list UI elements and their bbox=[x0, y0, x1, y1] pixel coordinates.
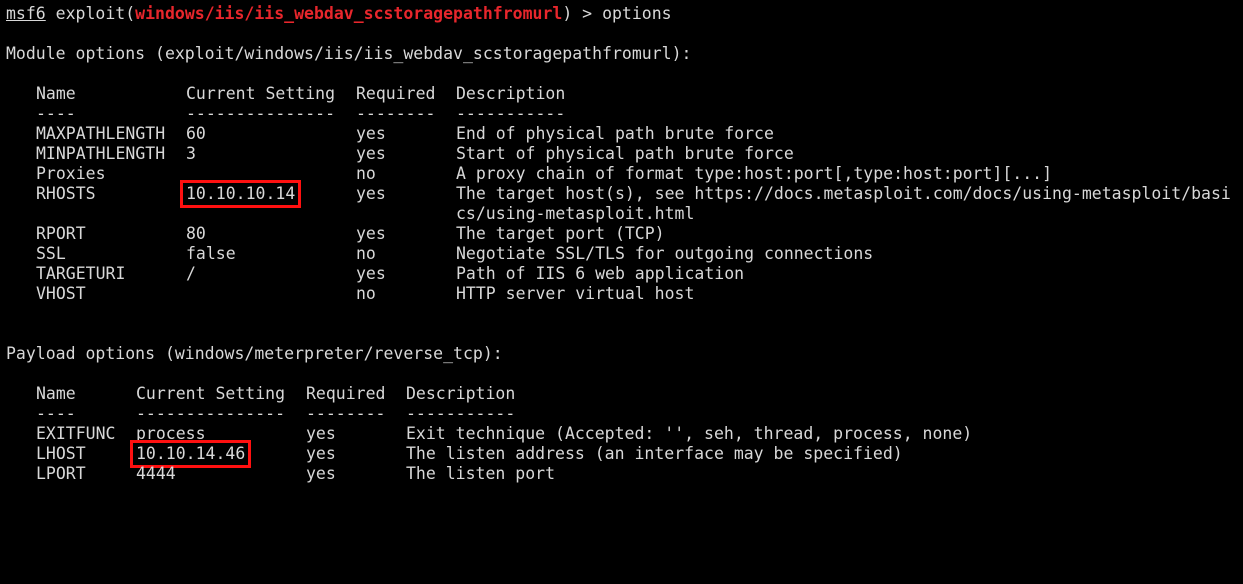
table-row: RPORT 80 yes The target port (TCP) bbox=[6, 224, 665, 244]
option-description: The target host(s), see https://docs.met… bbox=[456, 184, 1231, 203]
option-required: yes bbox=[306, 464, 336, 483]
option-setting: process bbox=[136, 424, 206, 443]
rhosts-value-highlighted: 10.10.10.14 bbox=[179, 180, 302, 208]
terminal-window: { "prompt": { "msf": "msf6", "exploit_pr… bbox=[0, 0, 1243, 491]
table-row: LHOST 10.10.14.46 yes The listen address… bbox=[6, 440, 903, 468]
option-setting: false bbox=[186, 244, 236, 263]
table-row: SSL false no Negotiate SSL/TLS for outgo… bbox=[6, 244, 873, 264]
table-row: RHOSTS 10.10.10.14 yes The target host(s… bbox=[6, 180, 1231, 208]
option-name: VHOST bbox=[36, 284, 86, 303]
option-name: MAXPATHLENGTH bbox=[36, 124, 166, 143]
option-required: yes bbox=[306, 444, 336, 463]
option-name: EXITFUNC bbox=[36, 424, 116, 443]
payload-dash-required: -------- bbox=[306, 404, 386, 423]
table-row: TARGETURI / yes Path of IIS 6 web applic… bbox=[6, 264, 744, 284]
payload-header-description: Description bbox=[406, 384, 516, 403]
module-header-name: Name bbox=[36, 84, 76, 103]
payload-options-header-row: Name Current Setting Required Descriptio… bbox=[6, 384, 515, 404]
option-name: LHOST bbox=[36, 444, 86, 463]
table-row: EXITFUNC process yes Exit technique (Acc… bbox=[6, 424, 972, 444]
module-dash-name: ---- bbox=[36, 104, 76, 123]
prompt-line: msf6 exploit(windows/iis/iis_webdav_scst… bbox=[6, 4, 672, 24]
module-header-description: Description bbox=[456, 84, 566, 103]
payload-header-required: Required bbox=[306, 384, 386, 403]
option-setting: 80 bbox=[186, 224, 206, 243]
module-dash-setting: --------------- bbox=[186, 104, 336, 123]
prompt-module-path: windows/iis/iis_webdav_scstoragepathfrom… bbox=[135, 4, 563, 23]
option-description: A proxy chain of format type:host:port[,… bbox=[456, 164, 1053, 183]
option-name: TARGETURI bbox=[36, 264, 126, 283]
prompt-command: options bbox=[602, 4, 672, 23]
option-description: The listen address (an interface may be … bbox=[406, 444, 903, 463]
table-row: MAXPATHLENGTH 60 yes End of physical pat… bbox=[6, 124, 774, 144]
option-description: The target port (TCP) bbox=[456, 224, 665, 243]
option-description: The listen port bbox=[406, 464, 556, 483]
option-required: no bbox=[356, 244, 376, 263]
table-row: MINPATHLENGTH 3 yes Start of physical pa… bbox=[6, 144, 794, 164]
option-setting: 4444 bbox=[136, 464, 176, 483]
payload-dash-setting: --------------- bbox=[136, 404, 286, 423]
prompt-exploit-prefix: exploit( bbox=[45, 4, 136, 23]
payload-options-heading: Payload options (windows/meterpreter/rev… bbox=[6, 344, 503, 363]
option-name: Proxies bbox=[36, 164, 106, 183]
option-setting: 3 bbox=[186, 144, 196, 163]
option-required: yes bbox=[356, 264, 386, 283]
option-setting: / bbox=[186, 264, 196, 283]
option-required: yes bbox=[356, 144, 386, 163]
option-name: MINPATHLENGTH bbox=[36, 144, 166, 163]
option-required: no bbox=[356, 164, 376, 183]
option-required: yes bbox=[356, 224, 386, 243]
module-dash-required: -------- bbox=[356, 104, 436, 123]
prompt-msf: msf6 bbox=[6, 4, 46, 23]
module-options-heading: Module options (exploit/windows/iis/iis_… bbox=[6, 44, 692, 63]
module-options-dash-row: ---- --------------- -------- ----------… bbox=[6, 104, 565, 124]
option-description: End of physical path brute force bbox=[456, 124, 774, 143]
option-description: Start of physical path brute force bbox=[456, 144, 794, 163]
option-description: Path of IIS 6 web application bbox=[456, 264, 745, 283]
payload-header-setting: Current Setting bbox=[136, 384, 286, 403]
module-header-required: Required bbox=[356, 84, 436, 103]
payload-dash-name: ---- bbox=[36, 404, 76, 423]
payload-dash-description: ----------- bbox=[406, 404, 516, 423]
option-required: no bbox=[356, 284, 376, 303]
option-name: SSL bbox=[36, 244, 66, 263]
payload-options-dash-row: ---- --------------- -------- ----------… bbox=[6, 404, 515, 424]
option-description: HTTP server virtual host bbox=[456, 284, 695, 303]
option-required: yes bbox=[306, 424, 336, 443]
option-description: Exit technique (Accepted: '', seh, threa… bbox=[406, 424, 973, 443]
table-row: LPORT 4444 yes The listen port bbox=[6, 464, 555, 484]
lhost-value-highlighted: 10.10.14.46 bbox=[129, 440, 252, 468]
prompt-suffix: ) > bbox=[562, 4, 603, 23]
payload-header-name: Name bbox=[36, 384, 76, 403]
table-row-continuation: cs/using-metasploit.html bbox=[6, 204, 694, 224]
option-description: Negotiate SSL/TLS for outgoing connectio… bbox=[456, 244, 874, 263]
module-header-setting: Current Setting bbox=[186, 84, 336, 103]
table-row: VHOST no HTTP server virtual host bbox=[6, 284, 694, 304]
option-description-continuation: cs/using-metasploit.html bbox=[456, 204, 695, 223]
module-options-header-row: Name Current Setting Required Descriptio… bbox=[6, 84, 565, 104]
option-required: yes bbox=[356, 124, 386, 143]
option-required: yes bbox=[356, 184, 386, 203]
option-name: LPORT bbox=[36, 464, 86, 483]
option-name: RPORT bbox=[36, 224, 86, 243]
option-name: RHOSTS bbox=[36, 184, 96, 203]
option-setting: 60 bbox=[186, 124, 206, 143]
table-row: Proxies no A proxy chain of format type:… bbox=[6, 164, 1052, 184]
module-dash-description: ----------- bbox=[456, 104, 566, 123]
